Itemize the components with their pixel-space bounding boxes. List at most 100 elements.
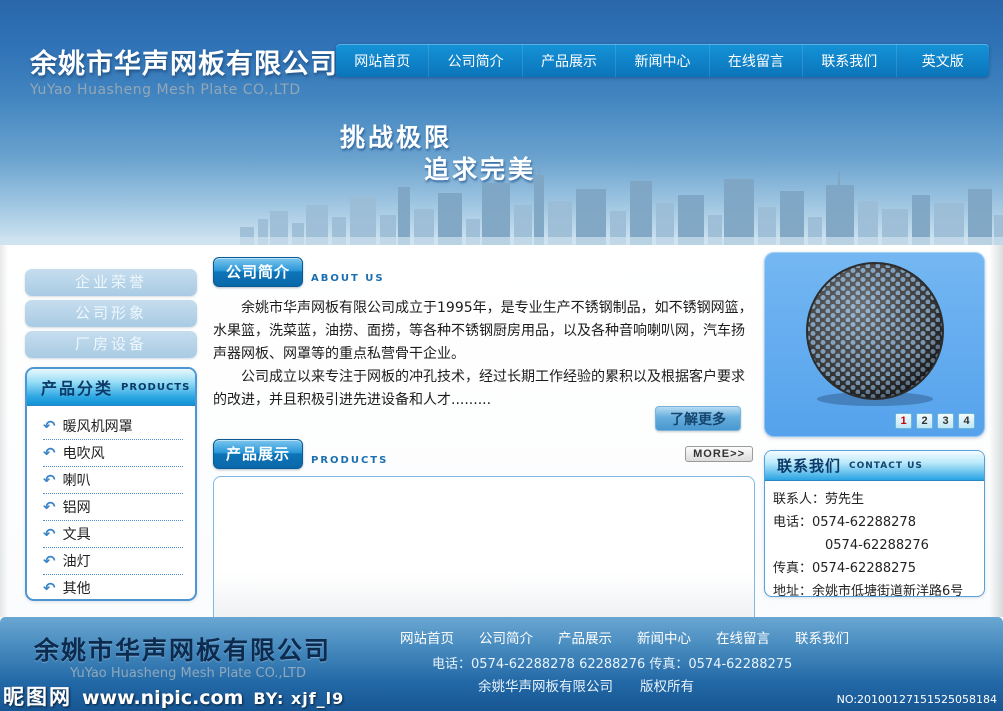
- logo: 余姚市华声网板有限公司 YuYao Huasheng Mesh Plate CO…: [30, 42, 338, 98]
- contact-subtitle: CONTACT US: [849, 461, 923, 471]
- contact-address-row: 地址：余姚市低塘街道新洋路6号: [773, 580, 976, 597]
- left-edge-shade: [0, 245, 8, 617]
- contact-value: 0574-62288275: [812, 561, 916, 576]
- contact-body: 联系人：劳先生 电话：0574-62288278 0574-62288276 传…: [765, 481, 984, 597]
- right-column: 1 2 3 4 联系我们 CONTACT US 联系人：劳先生 电话：0574-…: [764, 252, 985, 597]
- footer-link-message[interactable]: 在线留言: [716, 627, 770, 647]
- curved-arrow-icon: ↶: [43, 581, 56, 596]
- main-nav: 网站首页 公司简介 产品展示 新闻中心 在线留言 联系我们 英文版: [336, 44, 989, 77]
- footer-company-name: 余姚市华声网板有限公司: [34, 631, 331, 667]
- curved-arrow-icon: ↶: [43, 527, 56, 542]
- product-showcase-panel: 1 2 3 4: [764, 252, 985, 437]
- curved-arrow-icon: ↶: [43, 500, 56, 515]
- contact-value: 0574-62288278: [812, 515, 916, 530]
- product-category-panel: 产品分类 PRODUCTS ↶ 暖风机网罩 ↶ 电吹风 ↶ 喇叭: [25, 367, 197, 601]
- category-item-speaker[interactable]: ↶ 喇叭: [43, 467, 183, 494]
- nav-item-about[interactable]: 公司简介: [429, 44, 522, 77]
- mesh-dome-product-image: [800, 259, 950, 409]
- category-item-stationery[interactable]: ↶ 文具: [43, 521, 183, 548]
- nipic-watermark: 昵图网 www.nipic.com BY: xjf_l9: [3, 681, 344, 711]
- nav-item-message[interactable]: 在线留言: [710, 44, 803, 77]
- product-category-list: ↶ 暖风机网罩 ↶ 电吹风 ↶ 喇叭 ↶ 铝网: [27, 406, 195, 601]
- left-sidebar: 企业荣誉 公司形象 厂房设备 产品分类 PRODUCTS ↶ 暖风机网罩 ↶ 电…: [25, 269, 197, 601]
- hero-banner: 余姚市华声网板有限公司 YuYao Huasheng Mesh Plate CO…: [0, 0, 1003, 245]
- contact-value: 余姚市低塘街道新洋路6号: [812, 584, 963, 597]
- more-button[interactable]: MORE>>: [685, 446, 753, 462]
- nav-item-products[interactable]: 产品展示: [523, 44, 616, 77]
- curved-arrow-icon: ↶: [43, 473, 56, 488]
- category-label: 其他: [63, 578, 91, 598]
- contact-label: 电话：: [773, 515, 812, 530]
- about-tab[interactable]: 公司简介: [213, 257, 303, 287]
- contact-header: 联系我们 CONTACT US: [765, 451, 984, 481]
- contact-phone-row: 电话：0574-62288278: [773, 511, 976, 534]
- watermark-logo: 昵图网: [3, 681, 72, 711]
- product-category-subtitle: PRODUCTS: [121, 382, 190, 393]
- footer-nav: 网站首页 公司简介 产品展示 新闻中心 在线留言 联系我们: [400, 627, 849, 647]
- category-label: 电吹风: [63, 443, 105, 463]
- category-label: 文具: [63, 524, 91, 544]
- watermark-author: BY: xjf_l9: [253, 689, 344, 708]
- category-label: 喇叭: [63, 470, 91, 490]
- curved-arrow-icon: ↶: [43, 446, 56, 461]
- nav-item-home[interactable]: 网站首页: [336, 44, 429, 77]
- city-skyline-image: [0, 167, 1003, 245]
- about-subtitle: ABOUT US: [311, 273, 385, 287]
- product-category-title: 产品分类: [41, 375, 113, 399]
- nav-item-contact[interactable]: 联系我们: [803, 44, 896, 77]
- page-button-1[interactable]: 1: [895, 413, 912, 429]
- contact-fax-row: 传真：0574-62288275: [773, 557, 976, 580]
- category-item-oil-lamp[interactable]: ↶ 油灯: [43, 548, 183, 575]
- products-display-box: [213, 476, 755, 626]
- category-label: 油灯: [63, 551, 91, 571]
- logo-subtitle: YuYao Huasheng Mesh Plate CO.,LTD: [30, 82, 338, 98]
- main-content: 企业荣誉 公司形象 厂房设备 产品分类 PRODUCTS ↶ 暖风机网罩 ↶ 电…: [0, 245, 1003, 617]
- contact-label: 联系人：: [773, 492, 825, 507]
- page-button-2[interactable]: 2: [916, 413, 933, 429]
- product-category-header: 产品分类 PRODUCTS: [27, 369, 195, 406]
- category-item-heater-mesh[interactable]: ↶ 暖风机网罩: [43, 413, 183, 440]
- contact-label: 传真：: [773, 561, 812, 576]
- contact-panel: 联系我们 CONTACT US 联系人：劳先生 电话：0574-62288278…: [764, 450, 985, 597]
- products-section-header: 产品展示 PRODUCTS MORE>>: [213, 439, 755, 469]
- footer-copyright: 余姚华声网板有限公司 版权所有: [478, 675, 694, 695]
- watermark-url: www.nipic.com: [82, 687, 243, 709]
- footer-phone-line: 电话：0574-62288278 62288276 传真：0574-622882…: [432, 653, 792, 672]
- curved-arrow-icon: ↶: [43, 554, 56, 569]
- contact-title: 联系我们: [777, 455, 841, 476]
- contact-person-row: 联系人：劳先生: [773, 488, 976, 511]
- products-tab[interactable]: 产品展示: [213, 439, 303, 469]
- curved-arrow-icon: ↶: [43, 419, 56, 434]
- contact-value: 劳先生: [825, 492, 864, 507]
- page: 余姚市华声网板有限公司 YuYao Huasheng Mesh Plate CO…: [0, 0, 1003, 711]
- nav-item-news[interactable]: 新闻中心: [616, 44, 709, 77]
- footer-link-contact[interactable]: 联系我们: [795, 627, 849, 647]
- page-button-4[interactable]: 4: [958, 413, 975, 429]
- contact-value: 0574-62288276: [825, 538, 929, 553]
- products-subtitle: PRODUCTS: [311, 455, 388, 469]
- footer-serial-number: NO:20100127151525058184: [837, 693, 997, 706]
- contact-label: 地址：: [773, 584, 812, 597]
- page-button-3[interactable]: 3: [937, 413, 954, 429]
- about-paragraph-1: 余姚市华声网板有限公司成立于1995年，是专业生产不锈钢制品，如不锈钢网篮，水果…: [213, 297, 755, 366]
- footer-link-news[interactable]: 新闻中心: [637, 627, 691, 647]
- category-item-aluminum-mesh[interactable]: ↶ 铝网: [43, 494, 183, 521]
- sidebar-item-image[interactable]: 公司形象: [25, 300, 197, 327]
- sidebar-item-honors[interactable]: 企业荣誉: [25, 269, 197, 296]
- right-edge-shade: [989, 245, 1003, 617]
- center-column: 公司简介 ABOUT US 余姚市华声网板有限公司成立于1995年，是专业生产不…: [213, 257, 755, 626]
- footer-link-home[interactable]: 网站首页: [400, 627, 454, 647]
- footer-link-about[interactable]: 公司简介: [479, 627, 533, 647]
- category-item-other[interactable]: ↶ 其他: [43, 575, 183, 601]
- contact-phone2-row: 0574-62288276: [773, 534, 976, 557]
- about-section-header: 公司简介 ABOUT US: [213, 257, 755, 287]
- sidebar-item-equipment[interactable]: 厂房设备: [25, 331, 197, 358]
- category-item-hairdryer[interactable]: ↶ 电吹风: [43, 440, 183, 467]
- nav-item-english[interactable]: 英文版: [897, 44, 989, 77]
- category-label: 铝网: [63, 497, 91, 517]
- logo-title: 余姚市华声网板有限公司: [30, 42, 338, 81]
- footer-link-products[interactable]: 产品展示: [558, 627, 612, 647]
- learn-more-button[interactable]: 了解更多: [655, 406, 741, 431]
- category-label: 暖风机网罩: [63, 416, 133, 436]
- showcase-pagination: 1 2 3 4: [895, 413, 975, 429]
